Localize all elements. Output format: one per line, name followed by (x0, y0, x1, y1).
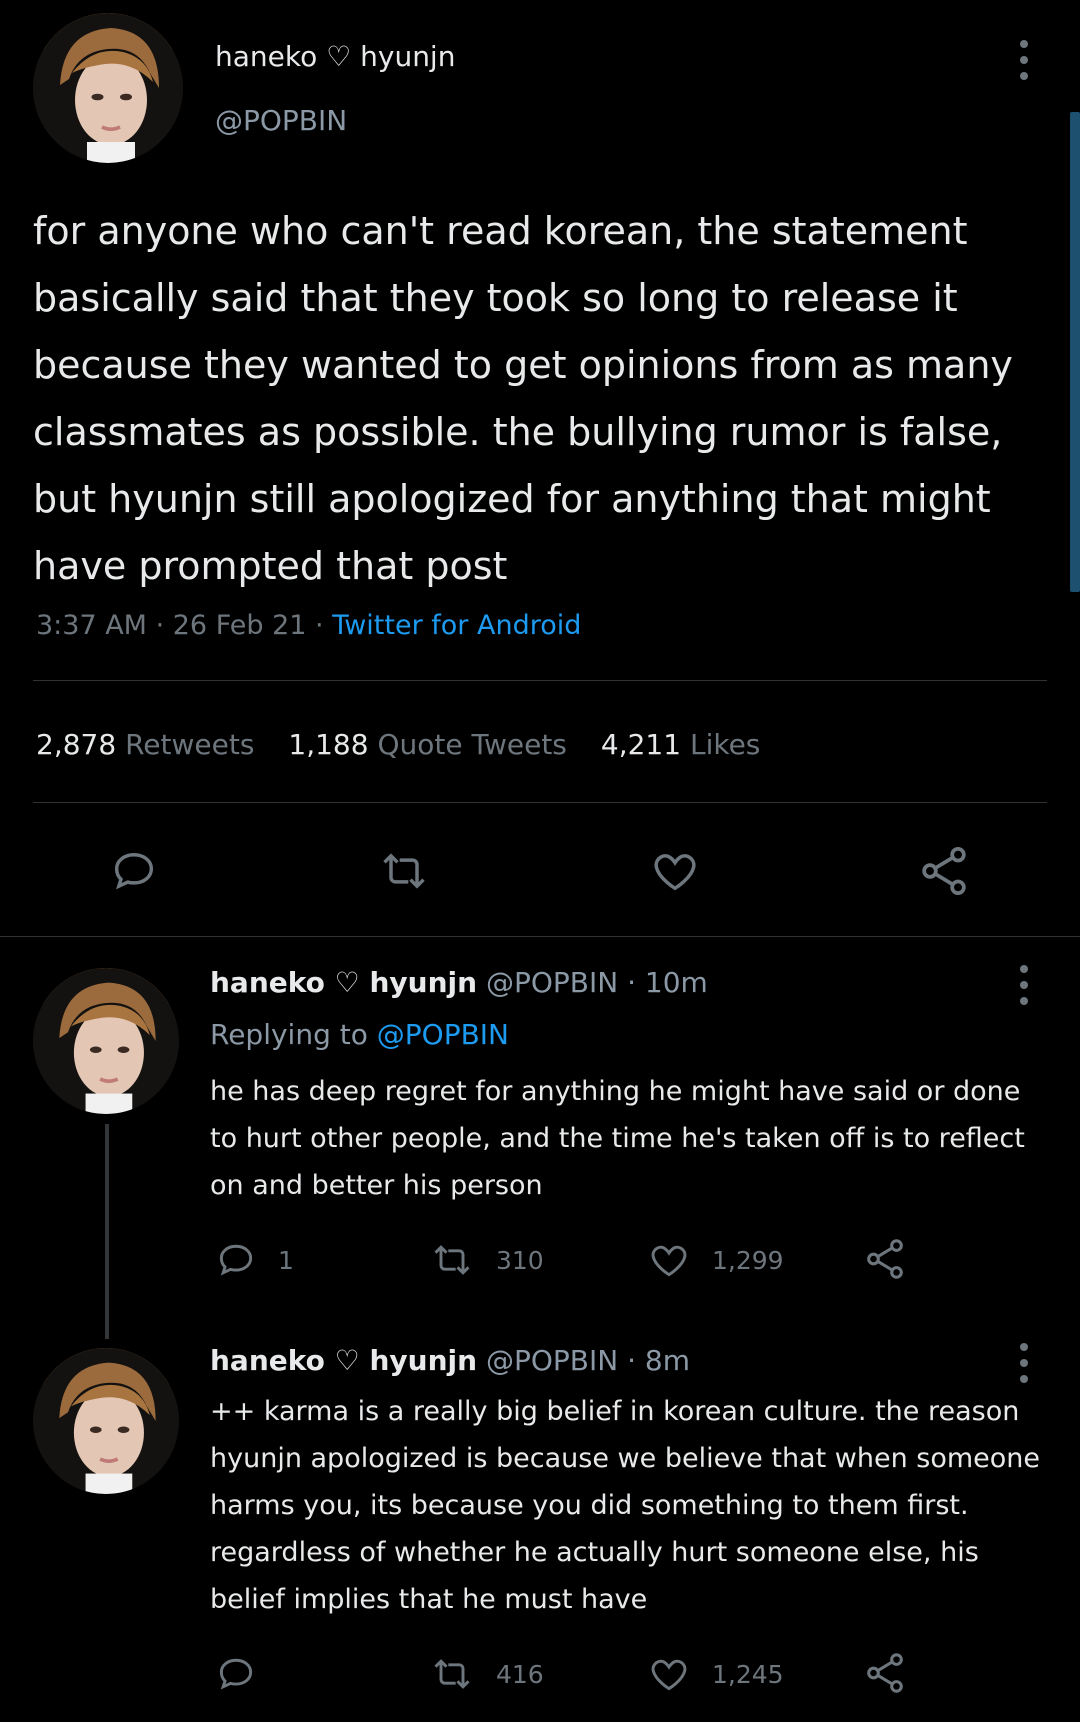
reply-age: 8m (644, 1344, 690, 1377)
more-options-icon[interactable] (1012, 40, 1036, 80)
reply-handle[interactable]: @POPBIN (486, 966, 618, 999)
replying-to-handle-link[interactable]: @POPBIN (377, 1018, 509, 1051)
quotes-count: 1,188 (288, 728, 369, 761)
reply-display-name[interactable]: haneko ♡ hyunjn (210, 966, 477, 999)
reply-text: he has deep regret for anything he might… (210, 1076, 1025, 1201)
avatar[interactable] (33, 968, 179, 1114)
tweet-meta: 3:37 AM · 26 Feb 21 · Twitter for Androi… (36, 610, 581, 641)
likes-count: 4,211 (600, 728, 682, 761)
tweet-source-link[interactable]: Twitter for Android (332, 610, 581, 641)
reply-header: haneko ♡ hyunjn @POPBIN · 10m (210, 966, 708, 999)
reply-handle[interactable]: @POPBIN (486, 1344, 618, 1377)
divider (33, 680, 1047, 681)
replying-to-label: Replying to (210, 1018, 368, 1051)
meta-separator: · (155, 610, 173, 641)
avatar[interactable] (33, 13, 183, 163)
handle[interactable]: @POPBIN (215, 104, 347, 137)
meta-separator: · (315, 610, 333, 641)
reply-button[interactable] (214, 1652, 278, 1696)
meta-separator: · (627, 1344, 645, 1377)
scrollbar[interactable] (1070, 112, 1080, 592)
retweet-button[interactable]: 310 (428, 1238, 544, 1282)
share-icon (867, 1653, 903, 1693)
like-button[interactable] (648, 845, 702, 897)
reply-count: 1 (278, 1245, 294, 1275)
retweet-icon (434, 1245, 470, 1275)
share-button[interactable] (862, 1650, 908, 1696)
more-options-icon[interactable] (1012, 965, 1036, 1005)
reply-icon (114, 853, 154, 890)
reply-button[interactable] (108, 845, 160, 897)
quotes-label: Quote Tweets (377, 728, 567, 761)
like-button[interactable]: 1,245 (646, 1652, 784, 1696)
share-icon (922, 846, 966, 896)
retweet-button[interactable] (376, 845, 432, 897)
likes-label: Likes (689, 728, 761, 761)
share-button[interactable] (916, 843, 972, 899)
quote-tweets-stat[interactable]: 1,188 Quote Tweets (288, 728, 567, 761)
meta-separator: · (627, 966, 645, 999)
heart-icon (651, 1659, 687, 1691)
reply-age: 10m (644, 966, 708, 999)
reply-icon (219, 1244, 253, 1276)
reply-button[interactable]: 1 (214, 1238, 294, 1282)
divider (33, 802, 1047, 803)
share-icon (867, 1239, 903, 1279)
avatar[interactable] (33, 1348, 179, 1494)
reply-icon (219, 1658, 253, 1690)
share-button[interactable] (862, 1236, 908, 1282)
reply-text: ++ karma is a really big belief in korea… (210, 1396, 1041, 1615)
reply-display-name[interactable]: haneko ♡ hyunjn (210, 1344, 477, 1377)
like-count: 1,245 (712, 1659, 784, 1689)
retweet-button[interactable]: 416 (428, 1652, 544, 1696)
tweet-text: for anyone who can't read korean, the st… (33, 209, 1013, 588)
retweet-count: 310 (496, 1245, 544, 1275)
display-name[interactable]: haneko ♡ hyunjn (215, 40, 455, 73)
retweet-count: 416 (496, 1659, 544, 1689)
retweet-icon (383, 853, 425, 889)
retweets-label: Retweets (125, 728, 255, 761)
reply-header: haneko ♡ hyunjn @POPBIN · 8m (210, 1344, 690, 1377)
tweet-time: 3:37 AM (36, 610, 147, 641)
more-options-icon[interactable] (1012, 1343, 1036, 1383)
divider (0, 936, 1080, 937)
like-count: 1,299 (712, 1245, 784, 1275)
heart-icon (654, 854, 696, 891)
retweets-stat[interactable]: 2,878 Retweets (36, 728, 254, 761)
retweets-count: 2,878 (36, 728, 117, 761)
likes-stat[interactable]: 4,211 Likes (601, 728, 761, 761)
tweet-stats: 2,878 Retweets 1,188 Quote Tweets 4,211 … (36, 728, 760, 761)
heart-icon (651, 1245, 687, 1277)
tweet-date: 26 Feb 21 (172, 610, 307, 641)
like-button[interactable]: 1,299 (646, 1238, 784, 1282)
replying-to: Replying to @POPBIN (210, 1018, 509, 1051)
retweet-icon (434, 1659, 470, 1689)
thread-line (105, 1124, 109, 1339)
